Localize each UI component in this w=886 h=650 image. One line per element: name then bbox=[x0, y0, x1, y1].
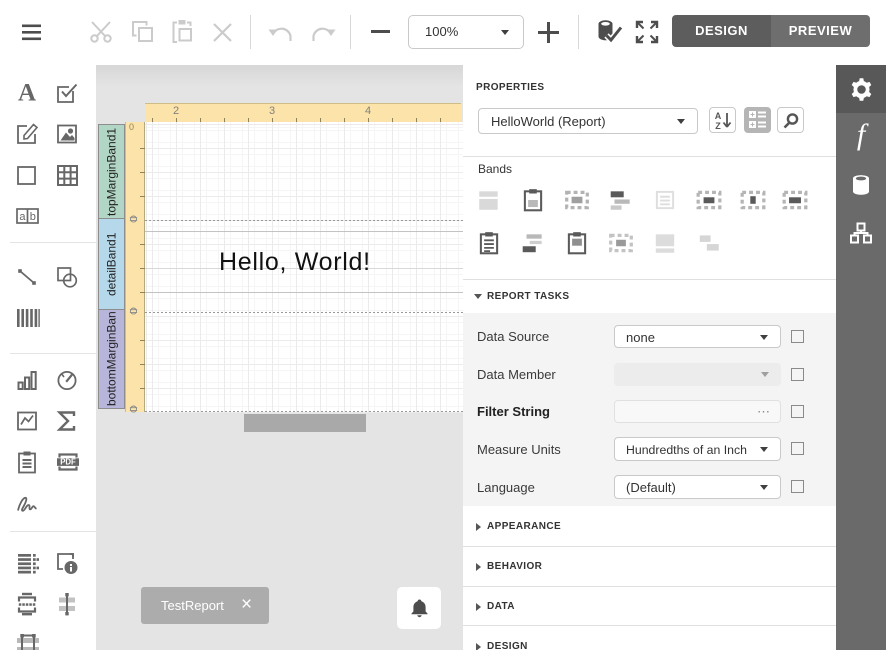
svg-text:A: A bbox=[18, 81, 36, 105]
svg-text:Z: Z bbox=[715, 121, 721, 131]
svg-text:b: b bbox=[30, 211, 36, 223]
svg-text:PDF: PDF bbox=[60, 458, 76, 467]
svg-text:a: a bbox=[19, 211, 26, 223]
svg-text:A: A bbox=[715, 111, 722, 121]
